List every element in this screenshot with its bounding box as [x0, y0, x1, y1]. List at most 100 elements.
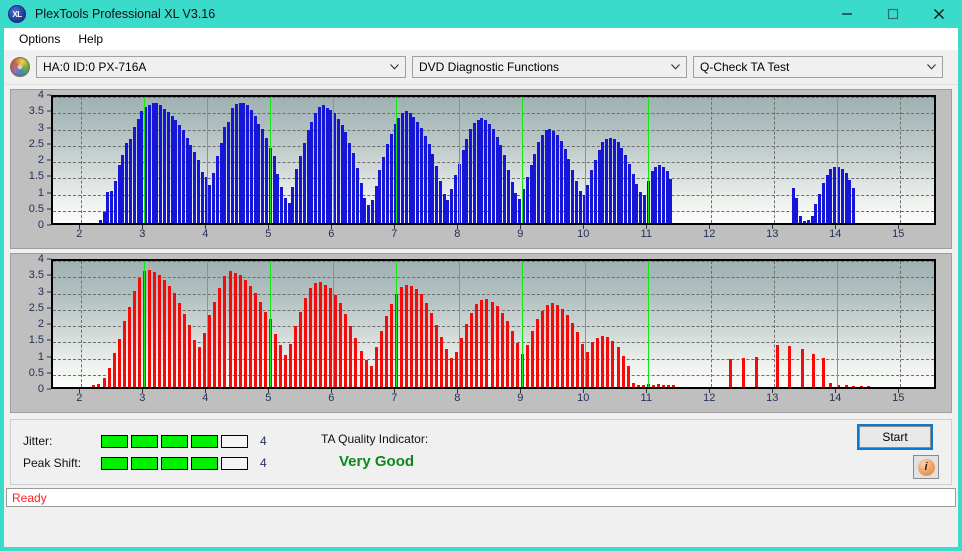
chart-bar — [181, 130, 185, 223]
chart-bar — [132, 291, 136, 387]
jitter-chart-x-axis: 2 3 4 5 6 7 8 9 10 11 12 13 14 15 — [51, 225, 936, 246]
gridline-horizontal — [53, 113, 934, 115]
chart-bar — [162, 279, 166, 387]
info-button[interactable]: i — [913, 455, 939, 479]
chevron-down-icon — [667, 64, 684, 70]
x-axis-tick — [79, 389, 81, 393]
chart-bar — [537, 142, 541, 223]
chart-bar — [107, 367, 111, 387]
chart-bar — [431, 154, 435, 223]
chart-bar — [601, 335, 605, 387]
chart-bar — [401, 112, 405, 223]
function-select[interactable]: DVD Diagnostic Functions — [412, 56, 687, 78]
chart-bar — [384, 316, 388, 387]
chart-bar — [435, 166, 439, 223]
marker-line — [333, 261, 335, 387]
chart-bar — [152, 271, 156, 387]
chart-bar — [291, 186, 295, 223]
x-axis-tick-label: 3 — [139, 392, 146, 404]
chart-bar — [127, 307, 131, 387]
chart-bar — [480, 118, 484, 223]
menu-item-help[interactable]: Help — [69, 30, 112, 48]
y-axis-tick-label: 1 — [37, 350, 44, 363]
chart-bar — [654, 167, 658, 223]
chart-bar — [306, 130, 310, 223]
chart-bar — [563, 148, 567, 223]
chart-bar — [825, 174, 829, 223]
chart-bar — [469, 128, 473, 223]
peak-shift-chart-y-axis: 0 0.5 1 1.5 2 2.5 3 3.5 4 — [11, 253, 51, 395]
x-axis-tick — [205, 389, 207, 393]
x-axis-tick-label: 8 — [454, 392, 461, 404]
maximize-icon[interactable] — [870, 0, 916, 28]
peak-shift-segment-bar — [101, 456, 248, 470]
marker-line — [522, 261, 524, 387]
chart-bar — [559, 141, 563, 223]
chart-bar — [669, 179, 673, 223]
segment — [191, 456, 218, 470]
chart-bar — [533, 154, 537, 223]
chart-bar — [246, 105, 250, 223]
start-button[interactable]: Start — [857, 424, 933, 450]
chart-bar — [821, 183, 825, 223]
chart-bar — [566, 314, 570, 387]
x-axis-tick — [142, 389, 144, 393]
chart-bar — [635, 184, 639, 223]
window-title: PlexTools Professional XL V3.16 — [35, 7, 216, 21]
marker-line — [396, 97, 398, 223]
chart-bar — [280, 186, 284, 223]
x-axis-tick — [772, 225, 774, 229]
chart-bar — [503, 154, 507, 223]
chart-bar — [525, 176, 529, 223]
chart-bar — [379, 331, 383, 387]
chart-bar — [369, 365, 373, 387]
chart-bar — [359, 183, 363, 223]
chart-bar — [92, 385, 96, 387]
test-select[interactable]: Q-Check TA Test — [693, 56, 943, 78]
chart-bar — [446, 199, 450, 223]
gridline-horizontal — [53, 277, 934, 279]
chart-bar — [185, 137, 189, 223]
chart-bar — [404, 284, 408, 387]
chart-bar — [844, 172, 848, 223]
title-bar: XL PlexTools Professional XL V3.16 — [0, 0, 962, 28]
chart-bar — [859, 386, 863, 387]
chart-bar — [616, 142, 620, 223]
close-icon[interactable] — [916, 0, 962, 28]
x-axis-tick-label: 11 — [640, 228, 652, 240]
minimize-icon[interactable] — [824, 0, 870, 28]
gridline-horizontal — [53, 97, 934, 98]
chart-bar — [427, 144, 431, 223]
chart-bar — [499, 145, 503, 223]
chart-bar — [593, 159, 597, 223]
disc-icon — [10, 57, 30, 77]
chart-bar — [258, 301, 262, 387]
chart-bar — [288, 344, 292, 387]
chart-bar — [430, 312, 434, 387]
chart-bar — [806, 220, 810, 223]
marker-line — [522, 97, 524, 223]
chart-bar — [125, 143, 129, 223]
chart-bar — [97, 384, 101, 387]
chart-bar — [833, 167, 837, 223]
toolbar: HA:0 ID:0 PX-716A DVD Diagnostic Functio… — [4, 50, 958, 85]
chart-bar — [510, 331, 514, 387]
chart-bar — [567, 158, 571, 223]
chart-bar — [608, 137, 612, 223]
chart-bar — [548, 129, 552, 223]
chart-bar — [238, 102, 242, 223]
chart-bar — [112, 352, 116, 387]
jitter-label: Jitter: — [23, 434, 53, 448]
chart-bar — [529, 165, 533, 223]
drive-select[interactable]: HA:0 ID:0 PX-716A — [36, 56, 406, 78]
chart-bar — [642, 195, 646, 223]
chart-bar — [556, 305, 560, 387]
segment — [221, 434, 248, 448]
chart-bar — [374, 185, 378, 223]
chart-bar — [495, 136, 499, 223]
chart-bar — [404, 110, 408, 223]
menu-item-options[interactable]: Options — [10, 30, 69, 48]
jitter-chart-panel: 0 0.5 1 1.5 2 2.5 3 3.5 4 2 3 4 5 6 7 8 9 10 11 12 13 14 15 — [10, 89, 952, 249]
chart-bar — [755, 357, 759, 387]
chart-bar — [818, 193, 822, 223]
